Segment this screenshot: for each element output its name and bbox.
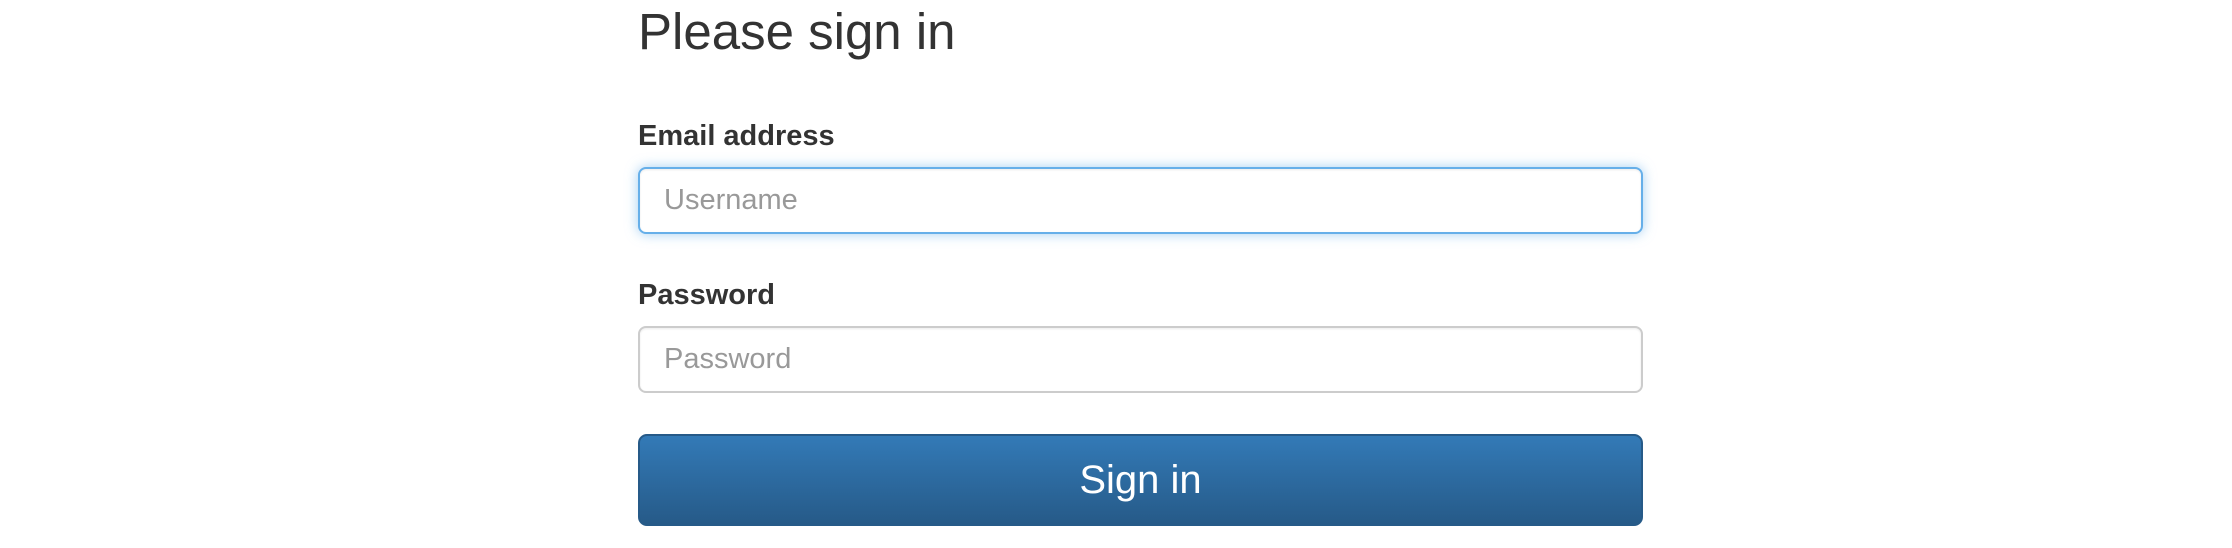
email-label: Email address [638, 120, 835, 152]
password-field[interactable] [638, 326, 1643, 393]
signin-button[interactable]: Sign in [638, 434, 1643, 526]
page-title: Please sign in [638, 3, 956, 60]
email-field[interactable] [638, 167, 1643, 234]
password-label: Password [638, 279, 775, 311]
